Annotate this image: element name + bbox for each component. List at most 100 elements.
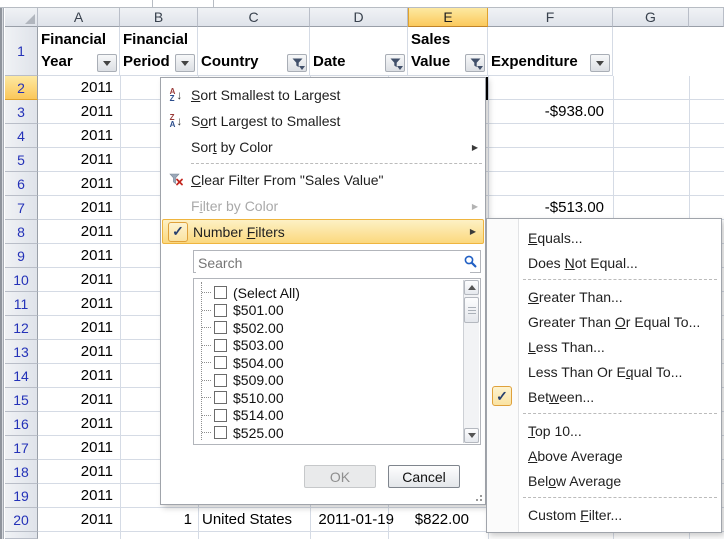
submenu-item-custom-filter[interactable]: Custom Filter...	[487, 502, 721, 527]
cell-F7[interactable]: -$513.00	[488, 196, 613, 220]
filter-value-item[interactable]: (Select All)	[202, 284, 480, 302]
menu-item-sort-smallest-to-largest[interactable]: AZ↓Sort Smallest to Largest	[161, 82, 485, 108]
header-cell-A[interactable]: FinancialYear	[38, 27, 120, 76]
cell-A11[interactable]: 2011	[38, 292, 120, 316]
checkbox[interactable]	[214, 426, 227, 439]
cell-A2[interactable]: 2011	[38, 76, 120, 100]
row-header-11[interactable]: 11	[5, 292, 38, 316]
row-header-2[interactable]: 2	[5, 76, 38, 100]
cell-F3[interactable]: -$938.00	[488, 100, 613, 124]
cell-A9[interactable]: 2011	[38, 244, 120, 268]
submenu-item-does-not-equal[interactable]: Does Not Equal...	[487, 250, 721, 275]
filter-value-item[interactable]: $514.00	[202, 407, 480, 425]
checkbox[interactable]	[214, 391, 227, 404]
cell-A18[interactable]: 2011	[38, 460, 120, 484]
row-header-3[interactable]: 3	[5, 100, 38, 124]
row-header-16[interactable]: 16	[5, 412, 38, 436]
filter-dropdown-button-F[interactable]	[590, 54, 610, 72]
filter-applied-button-E[interactable]	[465, 54, 485, 72]
checkbox[interactable]	[214, 286, 227, 299]
filter-value-item[interactable]: $501.00	[202, 302, 480, 320]
row-header-12[interactable]: 12	[5, 316, 38, 340]
filter-dropdown-button-B[interactable]	[175, 54, 195, 72]
checkbox[interactable]	[214, 321, 227, 334]
column-header-partial[interactable]	[689, 8, 724, 27]
row-header-14[interactable]: 14	[5, 364, 38, 388]
column-header-B[interactable]: B	[120, 8, 198, 27]
submenu-item-greater-than[interactable]: Greater Than...	[487, 284, 721, 309]
submenu-item-between[interactable]: ✓Between...	[487, 384, 721, 409]
header-cell-F[interactable]: Expenditure	[488, 27, 613, 76]
cell-A3[interactable]: 2011	[38, 100, 120, 124]
filter-value-item-partial[interactable]	[202, 442, 480, 446]
header-cell-C[interactable]: Country	[198, 27, 310, 76]
row-header-13[interactable]: 13	[5, 340, 38, 364]
cell-A10[interactable]: 2011	[38, 268, 120, 292]
filter-value-item[interactable]: $503.00	[202, 337, 480, 355]
column-header-F[interactable]: F	[488, 8, 613, 27]
row-header-19[interactable]: 19	[5, 484, 38, 508]
scrollbar-thumb[interactable]	[464, 297, 479, 323]
filter-value-item[interactable]: $502.00	[202, 319, 480, 337]
scroll-up-button[interactable]	[464, 280, 479, 295]
cell-C20[interactable]: United States	[198, 508, 310, 532]
filter-applied-button-D[interactable]	[385, 54, 405, 72]
submenu-item-less-than-or-equal-to[interactable]: Less Than Or Equal To...	[487, 359, 721, 384]
row-header-10[interactable]: 10	[5, 268, 38, 292]
cell-D20[interactable]: 2011-01-19	[310, 508, 408, 532]
checkbox[interactable]	[214, 409, 227, 422]
column-header-D[interactable]: D	[310, 8, 408, 27]
submenu-item-equals[interactable]: Equals...	[487, 225, 721, 250]
cell-A8[interactable]: 2011	[38, 220, 120, 244]
checkbox[interactable]	[214, 339, 227, 352]
cell-A13[interactable]: 2011	[38, 340, 120, 364]
row-header-8[interactable]: 8	[5, 220, 38, 244]
row-header-5[interactable]: 5	[5, 148, 38, 172]
row-header-7[interactable]: 7	[5, 196, 38, 220]
menu-item-sort-by-color[interactable]: Sort by Color▶	[161, 134, 485, 160]
row-header-20[interactable]: 20	[5, 508, 38, 532]
row-header-18[interactable]: 18	[5, 460, 38, 484]
cancel-button[interactable]: Cancel	[388, 465, 460, 488]
row-header-15[interactable]: 15	[5, 388, 38, 412]
cell-E20[interactable]: $822.00	[408, 508, 488, 532]
cell-B20[interactable]: 1	[120, 508, 198, 532]
checkbox[interactable]	[214, 356, 227, 369]
row-header-17[interactable]: 17	[5, 436, 38, 460]
filter-value-item[interactable]: $504.00	[202, 354, 480, 372]
filter-value-item[interactable]: $510.00	[202, 389, 480, 407]
checkbox[interactable]	[214, 374, 227, 387]
submenu-item-greater-than-or-equal-to[interactable]: Greater Than Or Equal To...	[487, 309, 721, 334]
filter-applied-button-C[interactable]	[287, 54, 307, 72]
submenu-item-above-average[interactable]: Above Average	[487, 443, 721, 468]
row-header-6[interactable]: 6	[5, 172, 38, 196]
checkbox[interactable]	[214, 304, 227, 317]
menu-item-number-filters[interactable]: ✓Number Filters▶	[162, 219, 484, 244]
menu-item-sort-largest-to-smallest[interactable]: ZA↓Sort Largest to Smallest	[161, 108, 485, 134]
header-cell-B[interactable]: FinancialPeriod	[120, 27, 198, 76]
cell-A5[interactable]: 2011	[38, 148, 120, 172]
menu-item-filter-by-color[interactable]: Filter by Color▶	[161, 193, 485, 219]
column-header-G[interactable]: G	[613, 8, 689, 27]
ok-button[interactable]: OK	[304, 465, 376, 488]
cell-A7[interactable]: 2011	[38, 196, 120, 220]
scroll-down-button[interactable]	[464, 428, 479, 443]
cell-A15[interactable]: 2011	[38, 388, 120, 412]
submenu-item-top-10[interactable]: Top 10...	[487, 418, 721, 443]
cell-A12[interactable]: 2011	[38, 316, 120, 340]
submenu-item-below-average[interactable]: Below Average	[487, 468, 721, 493]
filter-value-item[interactable]: $525.00	[202, 424, 480, 442]
menu-item-clear-filter-from-sales-value[interactable]: Clear Filter From "Sales Value"	[161, 167, 485, 193]
row-header-1[interactable]: 1	[5, 27, 38, 76]
row-header-4[interactable]: 4	[5, 124, 38, 148]
submenu-item-less-than[interactable]: Less Than...	[487, 334, 721, 359]
header-cell-E[interactable]: SalesValue	[408, 27, 488, 76]
list-scrollbar[interactable]	[463, 280, 479, 443]
column-header-C[interactable]: C	[198, 8, 310, 27]
filter-value-item[interactable]: $509.00	[202, 372, 480, 390]
select-all-corner[interactable]	[5, 8, 38, 27]
column-header-A[interactable]: A	[38, 8, 120, 27]
cell-A19[interactable]: 2011	[38, 484, 120, 508]
cell-A20[interactable]: 2011	[38, 508, 120, 532]
row-header-9[interactable]: 9	[5, 244, 38, 268]
